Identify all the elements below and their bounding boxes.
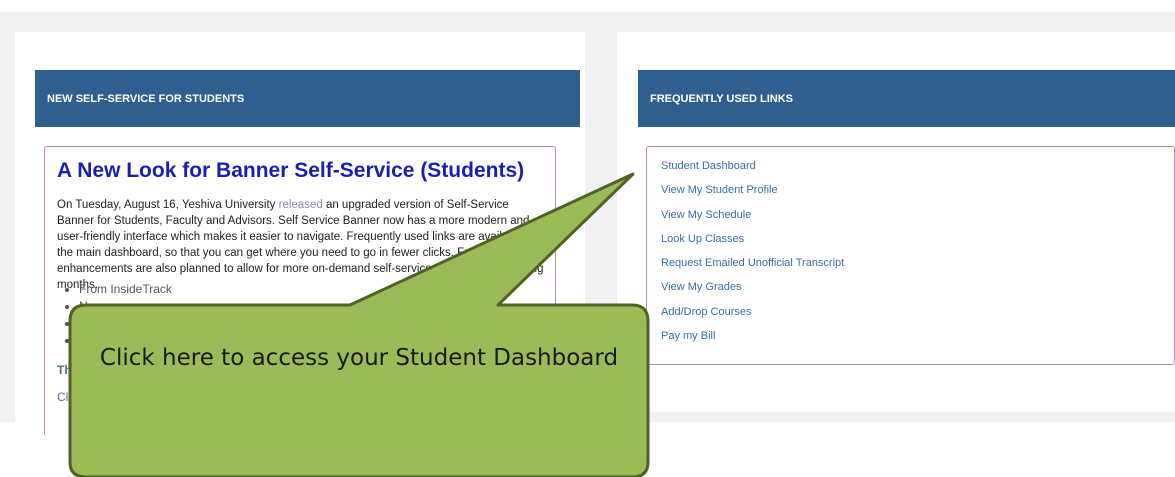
article-title: A New Look for Banner Self-Service (Stud… (57, 159, 525, 182)
add-drop-courses-link[interactable]: Add/Drop Courses (661, 306, 752, 318)
transcript-request-link[interactable]: Request Emailed Unofficial Transcript (661, 257, 844, 269)
article-link-2[interactable]: Cl (57, 390, 68, 404)
released-link[interactable]: released (279, 199, 323, 211)
look-up-classes-link[interactable]: Look Up Classes (661, 233, 744, 245)
list-item (79, 315, 172, 332)
links-panel-header: FREQUENTLY USED LINKS (638, 70, 1175, 127)
news-article: A New Look for Banner Self-Service (Stud… (44, 146, 556, 436)
article-link-1[interactable]: Th (57, 363, 72, 377)
article-body: On Tuesday, August 16, Yeshiva Universit… (57, 197, 547, 293)
grades-link[interactable]: View My Grades (661, 281, 742, 293)
callout-text: Click here to access your Student Dashbo… (99, 345, 619, 371)
article-body-text-1: On Tuesday, August 16, Yeshiva Universit… (57, 199, 279, 211)
links-panel: FREQUENTLY USED LINKS Student Dashboard … (617, 32, 1175, 412)
list-item: N (79, 298, 172, 315)
pay-bill-link[interactable]: Pay my Bill (661, 330, 715, 342)
article-body-text-2: an upgraded version of Self-Service Bann… (57, 199, 544, 291)
frequently-used-links: Student Dashboard View My Student Profil… (661, 159, 844, 353)
list-item: From InsideTrack (79, 281, 172, 298)
news-panel-header: NEW SELF-SERVICE FOR STUDENTS (35, 70, 580, 127)
student-dashboard-link[interactable]: Student Dashboard (661, 160, 756, 172)
schedule-link[interactable]: View My Schedule (661, 209, 751, 221)
student-profile-link[interactable]: View My Student Profile (661, 184, 778, 196)
links-box: Student Dashboard View My Student Profil… (646, 146, 1175, 365)
